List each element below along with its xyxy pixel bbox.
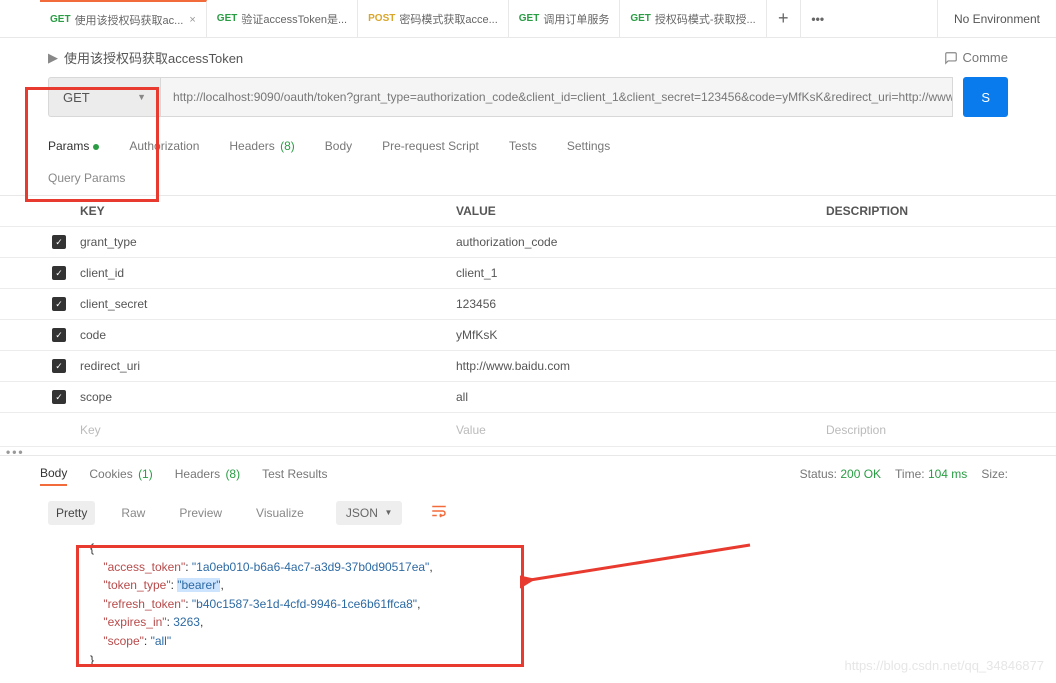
param-table: KEY VALUE DESCRIPTION ✓grant_typeauthori… <box>0 195 1056 447</box>
param-row[interactable]: ✓scopeall <box>0 382 1056 413</box>
tab-prerequest[interactable]: Pre-request Script <box>382 131 479 161</box>
query-params-label: Query Params <box>0 161 1056 191</box>
checkbox-icon[interactable]: ✓ <box>52 359 66 373</box>
view-pretty[interactable]: Pretty <box>48 501 95 525</box>
chevron-down-icon: ▼ <box>385 508 393 517</box>
tab-title: 授权码模式-获取授... <box>655 11 756 27</box>
tab-title: 验证accessToken是... <box>241 11 347 27</box>
checkbox-icon[interactable]: ✓ <box>52 266 66 280</box>
param-row[interactable]: ✓redirect_urihttp://www.baidu.com <box>0 351 1056 382</box>
checkbox-icon[interactable]: ✓ <box>52 297 66 311</box>
watermark: https://blog.csdn.net/qq_34846877 <box>845 658 1045 673</box>
param-row-new[interactable]: KeyValueDescription <box>0 413 1056 447</box>
response-tab-body[interactable]: Body <box>40 462 67 486</box>
tab-title: 密码模式获取acce... <box>399 11 497 27</box>
comment-icon <box>944 51 958 65</box>
more-menu-icon[interactable]: ••• <box>6 445 25 459</box>
checkbox-icon[interactable]: ✓ <box>52 328 66 342</box>
header-value: VALUE <box>456 204 826 218</box>
tab-title: 使用该授权码获取ac... <box>75 12 184 28</box>
tab-title: 调用订单服务 <box>543 11 609 27</box>
tab-method: GET <box>217 13 238 24</box>
tab-method: GET <box>630 13 651 24</box>
request-tabs: Params Authorization Headers (8) Body Pr… <box>0 131 1056 161</box>
time-value: 104 ms <box>928 467 967 481</box>
param-row[interactable]: ✓grant_typeauthorization_code <box>0 227 1056 258</box>
response-tab-cookies[interactable]: Cookies (1) <box>89 463 152 485</box>
checkbox-icon[interactable]: ✓ <box>52 235 66 249</box>
tab-params[interactable]: Params <box>48 131 99 161</box>
breadcrumb-row: ▶ 使用该授权码获取accessToken Comme <box>0 38 1056 77</box>
tab-2[interactable]: POST 密码模式获取acce... <box>358 0 509 38</box>
tab-headers[interactable]: Headers (8) <box>229 131 294 161</box>
add-tab-button[interactable]: + <box>767 0 801 38</box>
tabs-bar: GET使用该授权码获取ac...× GET验证accessToken是... P… <box>0 0 1056 38</box>
response-tab-headers[interactable]: Headers (8) <box>175 463 240 485</box>
param-row[interactable]: ✓client_idclient_1 <box>0 258 1056 289</box>
tab-4[interactable]: GET 授权码模式-获取授... <box>620 0 766 38</box>
method-select[interactable]: GET ▼ <box>48 77 160 117</box>
response-bar: Body Cookies (1) Headers (8) Test Result… <box>0 455 1056 492</box>
view-preview[interactable]: Preview <box>171 501 230 525</box>
status-value: 200 OK <box>840 467 881 481</box>
header-desc: DESCRIPTION <box>826 204 1056 218</box>
param-header-row: KEY VALUE DESCRIPTION <box>0 196 1056 227</box>
annotation-arrow-icon <box>520 535 760 595</box>
checkbox-icon[interactable]: ✓ <box>52 390 66 404</box>
tab-method: GET <box>50 14 71 25</box>
comments-button[interactable]: Comme <box>944 50 1008 65</box>
response-meta: Status: 200 OK Time: 104 ms Size: <box>800 467 1008 481</box>
environment-select[interactable]: No Environment <box>937 0 1056 38</box>
view-raw[interactable]: Raw <box>113 501 153 525</box>
url-row: GET ▼ http://localhost:9090/oauth/token?… <box>0 77 1056 117</box>
tab-tests[interactable]: Tests <box>509 131 537 161</box>
expand-icon[interactable]: ▶ <box>48 50 58 66</box>
tab-1[interactable]: GET验证accessToken是... <box>207 0 358 38</box>
format-select[interactable]: JSON ▼ <box>336 501 403 525</box>
tab-settings[interactable]: Settings <box>567 131 610 161</box>
more-tabs-button[interactable]: ••• <box>801 0 835 38</box>
tab-authorization[interactable]: Authorization <box>129 131 199 161</box>
close-icon[interactable]: × <box>189 14 195 26</box>
params-dot-icon <box>93 144 99 150</box>
header-key: KEY <box>80 204 456 218</box>
tab-3[interactable]: GET调用订单服务 <box>509 0 621 38</box>
param-row[interactable]: ✓client_secret123456 <box>0 289 1056 320</box>
view-visualize[interactable]: Visualize <box>248 501 312 525</box>
request-name: 使用该授权码获取accessToken <box>64 48 243 67</box>
tab-body[interactable]: Body <box>325 131 352 161</box>
send-button[interactable]: S <box>963 77 1008 117</box>
response-tab-tests[interactable]: Test Results <box>262 463 327 485</box>
chevron-down-icon: ▼ <box>137 92 146 102</box>
param-row[interactable]: ✓codeyMfKsK <box>0 320 1056 351</box>
tab-method: POST <box>368 13 395 24</box>
view-bar: Pretty Raw Preview Visualize JSON ▼ <box>0 492 1056 533</box>
url-input[interactable]: http://localhost:9090/oauth/token?grant_… <box>160 77 953 117</box>
tab-0[interactable]: GET 使用该授权码获取ac... × <box>40 0 207 38</box>
wrap-lines-icon[interactable] <box>426 500 452 525</box>
tab-method: GET <box>519 13 540 24</box>
